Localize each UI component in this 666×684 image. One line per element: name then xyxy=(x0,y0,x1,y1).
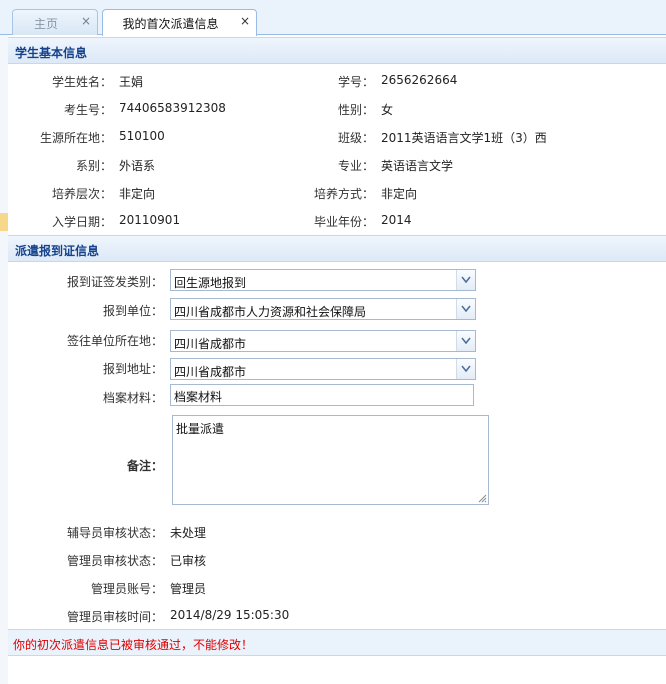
cert-type-value: 回生源地报到 xyxy=(174,276,247,290)
info-value: 2011英语语言文学1班（3）西 xyxy=(381,131,547,145)
unit-location-value: 四川省成都市 xyxy=(174,337,247,351)
info-label: 培养层次： xyxy=(51,187,112,201)
info-label: 班级： xyxy=(337,131,374,145)
info-value: 女 xyxy=(381,103,394,117)
cert-type-select[interactable]: 回生源地报到 xyxy=(170,269,476,291)
remark-label: 备注： xyxy=(126,459,163,473)
chevron-down-icon[interactable] xyxy=(456,359,475,379)
tab-first-dispatch-label: 我的首次派遣信息 xyxy=(122,17,219,31)
tab-home-label: 主页 xyxy=(33,17,58,31)
admin-time-label: 管理员审核时间： xyxy=(66,610,163,624)
info-label: 学号： xyxy=(337,75,374,89)
main-content: 学生基本信息 学生姓名： 王娟 学号： 2656262664 考生号： 744065839… xyxy=(8,35,666,684)
info-label: 学生姓名： xyxy=(51,75,112,89)
left-gutter xyxy=(0,35,8,684)
status-message: 你的初次派遣信息已被审核通过，不能修改！ xyxy=(13,638,254,652)
info-label: 考生号： xyxy=(63,103,112,117)
counselor-status-value: 未处理 xyxy=(170,526,207,540)
remark-textarea[interactable]: 批量派遣 xyxy=(172,415,489,505)
info-value: 非定向 xyxy=(381,187,418,201)
section-title: 派遣报到证信息 xyxy=(15,244,100,258)
unit-location-label: 签往单位所在地： xyxy=(66,334,163,348)
info-label: 培养方式： xyxy=(313,187,374,201)
counselor-status-label: 辅导员审核状态： xyxy=(66,526,163,540)
info-value: 2656262664 xyxy=(381,73,458,87)
tab-first-dispatch[interactable]: 我的首次派遣信息 × xyxy=(102,9,257,36)
admin-time-value: 2014/8/29 15:05:30 xyxy=(170,608,290,622)
info-value: 英语语言文学 xyxy=(381,159,454,173)
archive-input[interactable]: 档案材料 xyxy=(170,384,474,406)
gutter-marker xyxy=(0,213,8,231)
info-label: 性别： xyxy=(337,103,374,117)
info-label: 系别： xyxy=(75,159,112,173)
report-unit-value: 四川省成都市人力资源和社会保障局 xyxy=(174,305,367,319)
report-address-label: 报到地址： xyxy=(102,362,163,376)
info-value: 74406583912308 xyxy=(119,101,226,115)
info-value: 510100 xyxy=(119,129,165,143)
chevron-down-icon[interactable] xyxy=(456,270,475,290)
info-value: 2014 xyxy=(381,213,412,227)
admin-status-value: 已审核 xyxy=(170,554,207,568)
close-icon[interactable]: × xyxy=(81,14,91,28)
close-icon[interactable]: × xyxy=(240,14,250,28)
archive-label: 档案材料： xyxy=(102,391,163,405)
info-label: 毕业年份： xyxy=(313,215,374,229)
chevron-down-icon[interactable] xyxy=(456,299,475,319)
info-value: 20110901 xyxy=(119,213,181,227)
info-label: 专业： xyxy=(337,159,374,173)
cert-type-label: 报到证签发类别： xyxy=(66,275,163,289)
chevron-down-icon[interactable] xyxy=(456,331,475,351)
info-value: 王娟 xyxy=(119,75,144,89)
report-address-select[interactable]: 四川省成都市 xyxy=(170,358,476,380)
tab-bar: 主页 × 我的首次派遣信息 × xyxy=(0,0,666,36)
resize-grip-icon[interactable] xyxy=(478,494,487,503)
report-unit-select[interactable]: 四川省成都市人力资源和社会保障局 xyxy=(170,298,476,320)
tab-home[interactable]: 主页 × xyxy=(12,9,98,35)
section-header-dispatch-info: 派遣报到证信息 xyxy=(8,235,666,262)
info-value: 非定向 xyxy=(119,187,156,201)
section-header-basic-info: 学生基本信息 xyxy=(8,37,666,64)
info-label: 生源所在地： xyxy=(39,131,112,145)
info-label: 入学日期： xyxy=(51,215,112,229)
admin-account-label: 管理员账号： xyxy=(90,582,163,596)
report-address-value: 四川省成都市 xyxy=(174,365,247,379)
admin-status-label: 管理员审核状态： xyxy=(66,554,163,568)
section-title: 学生基本信息 xyxy=(15,46,88,60)
unit-location-select[interactable]: 四川省成都市 xyxy=(170,330,476,352)
status-message-bar: 你的初次派遣信息已被审核通过，不能修改！ xyxy=(8,629,666,656)
report-unit-label: 报到单位： xyxy=(102,304,163,318)
info-value: 外语系 xyxy=(119,159,156,173)
remark-value: 批量派遣 xyxy=(176,422,225,436)
admin-account-value: 管理员 xyxy=(170,582,207,596)
